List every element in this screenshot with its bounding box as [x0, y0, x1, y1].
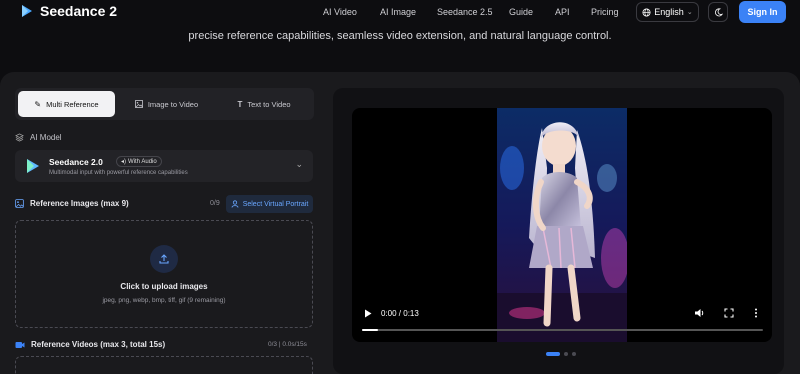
image-upload-dropzone[interactable]: Click to upload images jpeg, png, webp, …: [15, 220, 313, 328]
nav-link-pricing[interactable]: Pricing: [591, 7, 619, 17]
language-label: English: [654, 7, 684, 17]
video-icon: [15, 341, 25, 348]
audio-badge: ◂) With Audio: [116, 156, 162, 167]
model-description: Multimodal input with powerful reference…: [49, 170, 188, 176]
reference-videos-title: Reference Videos (max 3, total 15s): [15, 340, 165, 349]
tab-image-to-video[interactable]: Image to Video: [119, 91, 214, 117]
language-selector[interactable]: English ⌄: [636, 2, 699, 22]
seedance-logo-icon: [27, 159, 39, 173]
nav-link-guide[interactable]: Guide: [509, 7, 533, 17]
tab-label: Image to Video: [147, 99, 199, 109]
video-time: 0:00 / 0:13: [381, 309, 419, 318]
upload-title: Click to upload images: [120, 282, 208, 291]
carousel-dot-2[interactable]: [564, 352, 568, 356]
sign-in-button[interactable]: Sign In: [739, 1, 786, 23]
chevron-down-icon: ⌄: [295, 159, 303, 169]
audio-icon: ◂): [121, 159, 127, 165]
wand-icon: ✎: [34, 99, 42, 109]
tab-label: Multi Reference: [46, 99, 99, 109]
image-icon: [15, 199, 24, 208]
video-upload-dropzone[interactable]: [15, 356, 313, 374]
mode-tabs: ✎ Multi Reference Image to Video T Text …: [15, 88, 314, 120]
select-virtual-portrait-button[interactable]: Select Virtual Portrait: [226, 195, 313, 213]
nav-link-api[interactable]: API: [555, 7, 570, 17]
virtual-button-label: Select Virtual Portrait: [242, 200, 309, 208]
upload-formats: jpeg, png, webp, bmp, tiff, gif (9 remai…: [102, 297, 226, 304]
hero-tagline: precise reference capabilities, seamless…: [188, 30, 612, 42]
nav-link-ai-video[interactable]: AI Video: [323, 7, 357, 17]
brand[interactable]: Seedance 2: [20, 3, 117, 19]
tab-multi-reference[interactable]: ✎ Multi Reference: [18, 91, 115, 117]
play-icon[interactable]: [364, 309, 372, 318]
nav-link-ai-image[interactable]: AI Image: [380, 7, 416, 17]
moon-icon: [714, 7, 723, 16]
badge-label: With Audio: [128, 158, 157, 165]
tab-label: Text to Video: [247, 99, 291, 109]
top-nav: Seedance 2 AI Video AI Image Seedance 2.…: [0, 0, 800, 24]
reference-images-count: 0/9: [210, 200, 220, 207]
reference-videos-count: 0/3 | 0.0s/15s: [268, 341, 307, 348]
reference-images-title: Reference Images (max 9): [15, 199, 129, 208]
upload-icon: [150, 245, 178, 273]
reference-videos-label: Reference Videos (max 3, total 15s): [31, 340, 166, 349]
globe-icon: [642, 7, 651, 17]
text-icon: T: [237, 99, 243, 109]
nav-link-seedance-25[interactable]: Seedance 2.5: [437, 7, 493, 17]
model-selector[interactable]: Seedance 2.0 ◂) With Audio Multimodal in…: [15, 150, 313, 182]
video-thumbnail: [497, 108, 627, 342]
fullscreen-icon[interactable]: [724, 308, 734, 318]
video-progress-fill: [362, 329, 379, 331]
brand-name: Seedance 2: [40, 3, 118, 19]
video-progress-bar[interactable]: [362, 329, 763, 331]
volume-icon[interactable]: [694, 308, 705, 318]
model-name: Seedance 2.0: [49, 157, 103, 167]
more-options-icon[interactable]: [754, 308, 758, 318]
chevron-down-icon: ⌄: [686, 9, 693, 16]
carousel-dots: [546, 352, 576, 356]
section-label-text: AI Model: [30, 133, 62, 142]
carousel-dot-3[interactable]: [572, 352, 576, 356]
ai-model-section-label: AI Model: [15, 133, 62, 142]
image-icon: [134, 100, 143, 108]
theme-toggle[interactable]: [708, 2, 728, 22]
video-player[interactable]: 0:00 / 0:13: [352, 108, 772, 342]
reference-images-label: Reference Images (max 9): [30, 199, 129, 208]
layers-icon: [15, 133, 24, 142]
user-icon: [231, 200, 239, 208]
carousel-dot-1[interactable]: [546, 352, 560, 356]
tab-text-to-video[interactable]: T Text to Video: [217, 91, 311, 117]
brand-logo-icon: [22, 5, 32, 17]
